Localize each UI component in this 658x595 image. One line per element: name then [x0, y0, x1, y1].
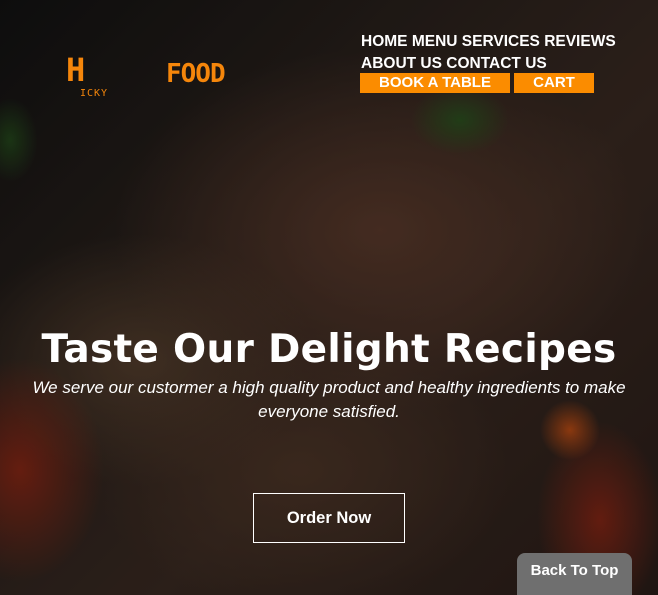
nav-link-about[interactable]: ABOUT US: [361, 55, 442, 72]
nav-link-services[interactable]: SERVICES: [462, 33, 540, 50]
nav-link-reviews[interactable]: REVIEWS: [544, 33, 615, 50]
logo[interactable]: H FOOD ICKY: [66, 51, 226, 104]
logo-letter: H: [66, 51, 85, 89]
order-now-button[interactable]: Order Now: [253, 493, 405, 543]
hero-subtitle: We serve our custormer a high quality pr…: [32, 378, 626, 421]
back-to-top-button[interactable]: Back To Top: [517, 553, 632, 595]
nav-link-home[interactable]: HOME: [361, 33, 408, 50]
nav-link-menu[interactable]: MENU: [412, 33, 458, 50]
nav-link-contact[interactable]: CONTACT US: [446, 55, 546, 72]
nav-actions: BOOK A TABLE CART: [360, 73, 594, 93]
cart-button[interactable]: CART: [514, 73, 594, 93]
book-table-button[interactable]: BOOK A TABLE: [360, 73, 510, 93]
hero-title: Taste Our Delight Recipes: [41, 327, 617, 372]
logo-text: FOOD: [166, 59, 226, 89]
logo-subtext: ICKY: [80, 88, 109, 99]
main-nav: HOME MENU SERVICES REVIEWS ABOUT US CONT…: [361, 31, 621, 75]
